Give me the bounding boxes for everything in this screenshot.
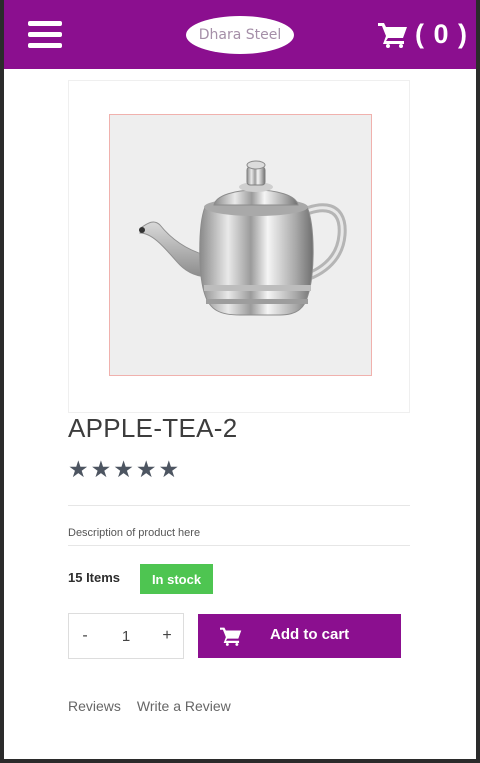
star-rating: ★ ★ ★ ★ ★ [68,456,179,484]
quantity-decrease-button[interactable]: - [69,627,101,645]
star-icon: ★ [158,457,180,483]
review-tabs: Reviews Write a Review [68,698,231,714]
app-header: Dhara Steel ( 0 ) [4,0,476,69]
product-description: Description of product here [68,527,201,539]
divider [68,505,410,506]
tab-write-review[interactable]: Write a Review [137,698,231,714]
quantity-stepper: - + [68,613,184,659]
brand-logo[interactable]: Dhara Steel [186,16,294,54]
hamburger-menu-icon[interactable] [28,21,62,49]
star-icon: ★ [68,457,89,483]
add-to-cart-button[interactable]: Add to cart [198,614,401,658]
cart-count: ( 0 ) [415,18,469,49]
cart-icon [220,627,242,646]
shopping-cart-icon [378,22,407,48]
stock-count: 15 Items [68,570,121,585]
product-title: APPLE-TEA-2 [68,413,238,443]
star-icon: ★ [90,457,112,483]
quantity-increase-button[interactable]: + [151,627,183,645]
star-icon: ★ [113,457,134,483]
brand-logo-text: Dhara Steel [198,27,282,43]
divider [68,545,410,546]
teapot-image [139,160,347,316]
add-to-cart-label: Add to cart [270,626,350,643]
star-icon: ★ [135,457,157,483]
tab-reviews[interactable]: Reviews [68,698,121,714]
stock-status-badge: In stock [140,564,213,594]
cart-button[interactable]: ( 0 ) [378,14,468,54]
quantity-input[interactable] [101,626,151,646]
product-image-card [68,80,410,413]
product-image[interactable] [109,114,372,376]
